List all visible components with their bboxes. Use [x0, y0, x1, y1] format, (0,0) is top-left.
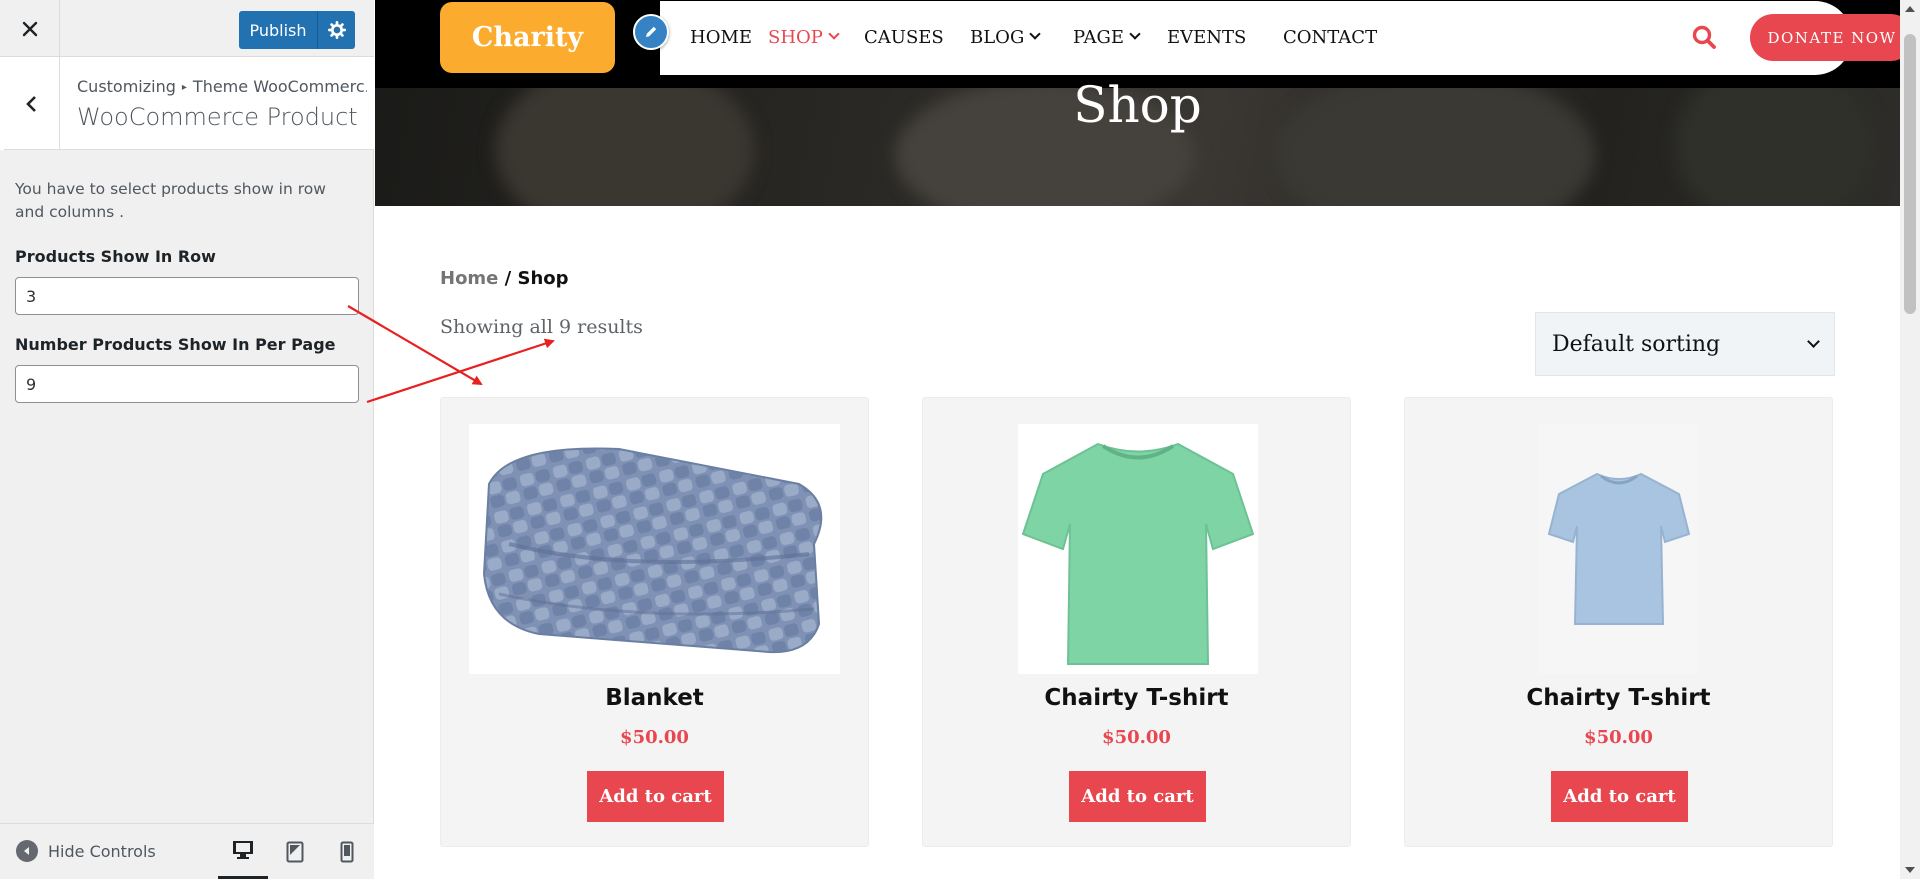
- nav-item-shop[interactable]: SHOP: [768, 27, 840, 48]
- blue-tshirt-image: [1547, 472, 1691, 625]
- product-image-blue-tshirt[interactable]: [1539, 424, 1699, 674]
- chevron-left-icon: [25, 95, 36, 112]
- product-card: Chairty T-shirt $50.00 Add to cart: [1404, 397, 1833, 847]
- result-count: Showing all 9 results: [440, 316, 643, 338]
- blanket-image: [482, 447, 823, 654]
- customizer-footer: Hide Controls: [0, 823, 374, 879]
- nav-label: CONTACT: [1283, 27, 1378, 48]
- chevron-down-icon: [828, 28, 840, 40]
- sorting-selected-value: Default sorting: [1552, 331, 1721, 357]
- add-to-cart-button[interactable]: Add to cart: [1069, 771, 1206, 822]
- products-per-page-label: Number Products Show In Per Page: [15, 335, 336, 354]
- green-tshirt-image: [1021, 442, 1255, 665]
- tablet-icon: [286, 841, 304, 863]
- breadcrumb-root: Customizing: [77, 77, 176, 96]
- scrollbar-thumb[interactable]: [1904, 34, 1916, 314]
- mobile-icon: [340, 841, 354, 863]
- preview-tablet-button[interactable]: [270, 824, 320, 879]
- search-button[interactable]: [1690, 23, 1720, 53]
- pencil-icon: [646, 26, 657, 37]
- donate-now-button[interactable]: DONATE NOW: [1750, 14, 1900, 61]
- panel-title: WooCommerce Product: [77, 103, 358, 131]
- search-icon: [1692, 25, 1716, 49]
- customizer-breadcrumb: Customizing ▸ Theme WooCommerc...: [77, 77, 367, 96]
- scroll-up-arrow-icon[interactable]: [1905, 6, 1915, 12]
- product-price: $50.00: [1584, 727, 1653, 748]
- products-row-input[interactable]: 3: [15, 277, 359, 315]
- chevron-down-icon: [1807, 335, 1820, 348]
- breadcrumb: Home / Shop: [440, 268, 569, 289]
- chevron-down-icon: [1029, 28, 1041, 40]
- nav-item-events[interactable]: EVENTS: [1167, 27, 1246, 48]
- hide-controls-label: Hide Controls: [48, 841, 156, 861]
- nav-item-page[interactable]: PAGE: [1073, 27, 1141, 48]
- product-card: Chairty T-shirt $50.00 Add to cart: [922, 397, 1351, 847]
- close-icon: [22, 21, 37, 36]
- main-navigation: HOME SHOP CAUSES BLOG PAGE EVENTS CONTAC…: [660, 1, 1900, 75]
- nav-label: PAGE: [1073, 27, 1124, 48]
- page-title: Shop: [1073, 76, 1202, 134]
- product-price: $50.00: [620, 727, 689, 748]
- nav-label: BLOG: [970, 27, 1025, 48]
- breadcrumb-home-link[interactable]: Home: [440, 268, 498, 289]
- nav-label: EVENTS: [1167, 27, 1247, 48]
- gear-icon: [327, 21, 346, 39]
- nav-item-home[interactable]: HOME: [690, 27, 752, 48]
- breadcrumb-section: Theme WooCommerc...: [192, 77, 367, 96]
- nav-label: SHOP: [768, 27, 823, 48]
- nav-label: HOME: [690, 27, 753, 48]
- publish-settings-button[interactable]: [317, 11, 355, 49]
- hide-controls-button[interactable]: Hide Controls: [16, 840, 156, 862]
- add-to-cart-button[interactable]: Add to cart: [587, 771, 724, 822]
- collapse-icon: [16, 840, 38, 862]
- publish-button-group: Publish: [239, 11, 355, 49]
- breadcrumb-separator: /: [498, 268, 518, 289]
- product-price: $50.00: [1102, 727, 1171, 748]
- nav-item-blog[interactable]: BLOG: [970, 27, 1041, 48]
- customizer-panel: Publish Customizing ▸ Theme WooCommerc..…: [0, 0, 374, 879]
- product-card: Blanket $50.00 Add to cart: [440, 397, 869, 847]
- add-to-cart-button[interactable]: Add to cart: [1551, 771, 1688, 822]
- product-image-green-tshirt[interactable]: [1018, 424, 1258, 674]
- edit-shortcut-button[interactable]: [633, 14, 669, 50]
- nav-item-causes[interactable]: CAUSES: [864, 27, 944, 48]
- product-name[interactable]: Chairty T-shirt: [923, 685, 1350, 711]
- close-customizer-button[interactable]: [0, 0, 60, 57]
- desktop-icon: [233, 841, 253, 859]
- preview-mobile-button[interactable]: [322, 824, 372, 879]
- customizer-header: Publish: [0, 0, 374, 57]
- preview-scrollbar[interactable]: [1900, 0, 1920, 879]
- breadcrumb-current: Shop: [517, 268, 569, 289]
- nav-label: CAUSES: [864, 27, 944, 48]
- back-button[interactable]: [0, 57, 60, 150]
- product-name[interactable]: Blanket: [441, 685, 868, 711]
- publish-button[interactable]: Publish: [239, 11, 317, 49]
- site-logo[interactable]: Charity: [440, 2, 615, 73]
- breadcrumb-separator: ▸: [181, 82, 187, 93]
- section-header: Customizing ▸ Theme WooCommerc... WooComme…: [0, 57, 374, 150]
- section-description: You have to select products show in row …: [15, 180, 326, 221]
- products-per-page-input[interactable]: 9: [15, 365, 359, 403]
- preview-desktop-button[interactable]: [218, 824, 268, 879]
- scroll-down-arrow-icon[interactable]: [1905, 867, 1915, 873]
- product-name[interactable]: Chairty T-shirt: [1405, 685, 1832, 711]
- site-preview: Shop Charity HOME SHOP CAUSES BLOG PAGE …: [375, 0, 1900, 879]
- product-image-blanket[interactable]: [469, 424, 840, 674]
- sorting-select[interactable]: Default sorting: [1535, 312, 1835, 376]
- nav-item-contact[interactable]: CONTACT: [1283, 27, 1377, 48]
- products-row-label: Products Show In Row: [15, 247, 216, 266]
- chevron-down-icon: [1129, 28, 1141, 40]
